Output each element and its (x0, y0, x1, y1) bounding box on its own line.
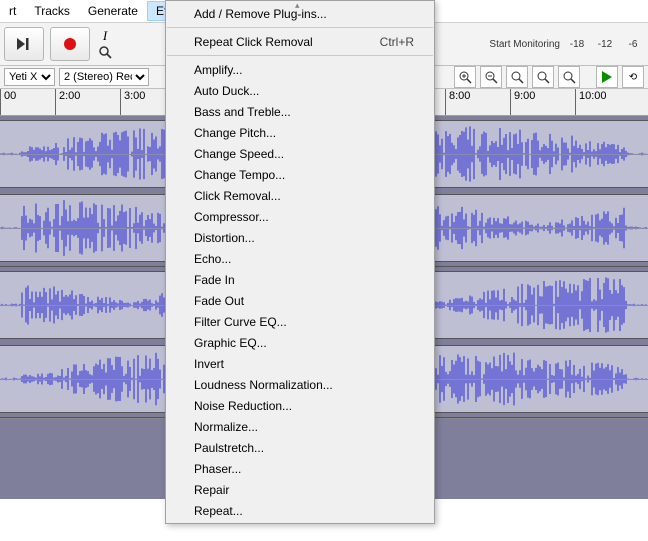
menu-item-effect-2[interactable]: Bass and Treble... (166, 101, 434, 122)
menu-item-effect-11[interactable]: Fade Out (166, 290, 434, 311)
ruler-tick: 3:00 (120, 89, 145, 115)
fit-selection-icon (511, 71, 524, 84)
menu-item-effect-19[interactable]: Phaser... (166, 458, 434, 479)
play-icon (602, 71, 612, 83)
menu-item-effect-7[interactable]: Compressor... (166, 206, 434, 227)
menu-item-effect-5[interactable]: Change Tempo... (166, 164, 434, 185)
menu-item-generate[interactable]: Generate (79, 1, 147, 21)
menu-item-repeat-last[interactable]: Repeat Click Removal Ctrl+R (166, 31, 434, 52)
menu-item-effect-9[interactable]: Echo... (166, 248, 434, 269)
zoom-tool-button[interactable] (96, 45, 114, 59)
selection-tool-button[interactable]: I (96, 29, 114, 43)
ruler-tick: 9:00 (510, 89, 535, 115)
meter-tick: -12 (594, 39, 616, 50)
meter-label[interactable]: Start Monitoring (489, 39, 560, 50)
skip-end-button[interactable] (4, 27, 44, 61)
menu-item-effect-15[interactable]: Loudness Normalization... (166, 374, 434, 395)
effect-menu-dropdown: ▴ Add / Remove Plug-ins... Repeat Click … (165, 0, 435, 524)
ruler-tick: 00 (0, 89, 16, 115)
fit-project-button[interactable] (532, 66, 554, 88)
record-button[interactable] (50, 27, 90, 61)
menu-item-effect-12[interactable]: Filter Curve EQ... (166, 311, 434, 332)
loop-button[interactable]: ⟲ (622, 66, 644, 88)
menu-item-effect-6[interactable]: Click Removal... (166, 185, 434, 206)
menu-item-tracks[interactable]: Tracks (25, 1, 79, 21)
ruler-tick: 10:00 (575, 89, 607, 115)
menu-item-effect-4[interactable]: Change Speed... (166, 143, 434, 164)
magnifier-icon (99, 46, 112, 59)
menu-item-effect-14[interactable]: Invert (166, 353, 434, 374)
menu-item-effect-1[interactable]: Auto Duck... (166, 80, 434, 101)
menu-item-label: Repeat Click Removal (194, 35, 313, 49)
skip-end-icon (16, 37, 32, 51)
input-device-select[interactable]: Yeti X (4, 68, 55, 86)
record-icon (62, 36, 78, 52)
fit-project-icon (537, 71, 550, 84)
zoom-in-button[interactable] (454, 66, 476, 88)
menu-item-rt[interactable]: rt (0, 1, 25, 21)
menu-item-effect-20[interactable]: Repair (166, 479, 434, 500)
menu-item-effect-10[interactable]: Fade In (166, 269, 434, 290)
menu-item-effect-8[interactable]: Distortion... (166, 227, 434, 248)
menu-item-effect-21[interactable]: Repeat... (166, 500, 434, 521)
meter-tick: -18 (566, 39, 588, 50)
ruler-tick: 2:00 (55, 89, 80, 115)
menu-item-effect-0[interactable]: Amplify... (166, 59, 434, 80)
menu-item-add-remove-plugins[interactable]: Add / Remove Plug-ins... (166, 3, 434, 24)
zoom-out-button[interactable] (480, 66, 502, 88)
menu-item-effect-18[interactable]: Paulstretch... (166, 437, 434, 458)
zoom-out-icon (485, 71, 498, 84)
zoom-in-icon (459, 71, 472, 84)
fit-selection-button[interactable] (506, 66, 528, 88)
menu-separator (167, 27, 433, 28)
play-button[interactable] (596, 66, 618, 88)
ruler-tick: 8:00 (445, 89, 470, 115)
menu-item-effect-16[interactable]: Noise Reduction... (166, 395, 434, 416)
menu-item-shortcut: Ctrl+R (380, 35, 414, 49)
meter-tick: -6 (622, 39, 644, 50)
zoom-toggle-icon (563, 71, 576, 84)
channels-select[interactable]: 2 (Stereo) Rec (59, 68, 149, 86)
zoom-toggle-button[interactable] (558, 66, 580, 88)
menu-item-effect-13[interactable]: Graphic EQ... (166, 332, 434, 353)
menu-separator (167, 55, 433, 56)
menu-item-effect-3[interactable]: Change Pitch... (166, 122, 434, 143)
menu-item-effect-17[interactable]: Normalize... (166, 416, 434, 437)
tool-palette: I (96, 29, 114, 59)
